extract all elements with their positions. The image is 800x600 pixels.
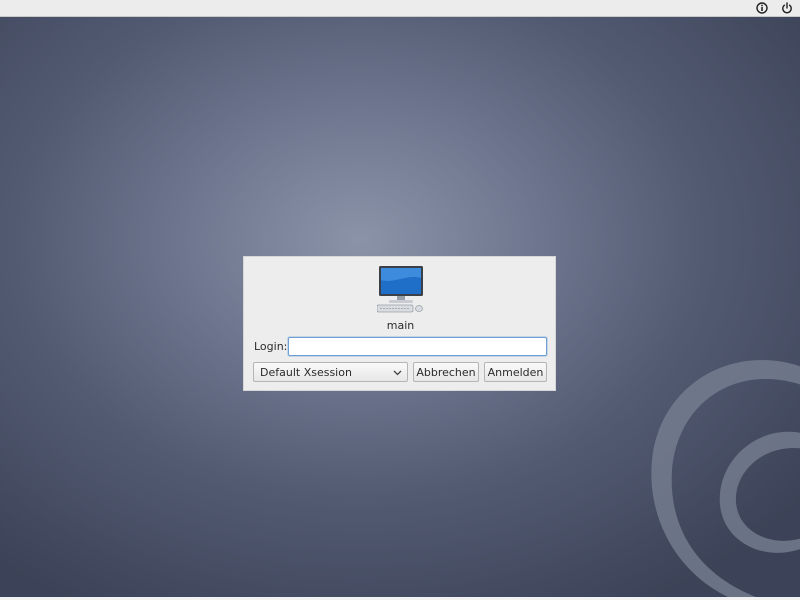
session-select-value: Default Xsession [260,365,352,379]
login-dialog: main Login: Default Xsession Abbrechen A… [243,256,556,391]
chevron-down-icon [393,370,402,376]
computer-icon [377,266,423,313]
cancel-button-label: Abbrechen [416,365,476,379]
login-input[interactable] [288,337,547,356]
top-panel [0,0,800,17]
info-icon[interactable] [755,1,769,15]
cancel-button[interactable]: Abbrechen [413,362,479,382]
debian-swirl-logo [651,360,800,600]
session-select[interactable]: Default Xsession [253,362,408,382]
login-button[interactable]: Anmelden [484,362,547,382]
login-button-label: Anmelden [487,365,544,379]
login-label: Login: [254,340,288,353]
power-icon[interactable] [780,1,794,15]
login-screen: main Login: Default Xsession Abbrechen A… [0,0,800,600]
hostname-label: main [386,319,415,332]
